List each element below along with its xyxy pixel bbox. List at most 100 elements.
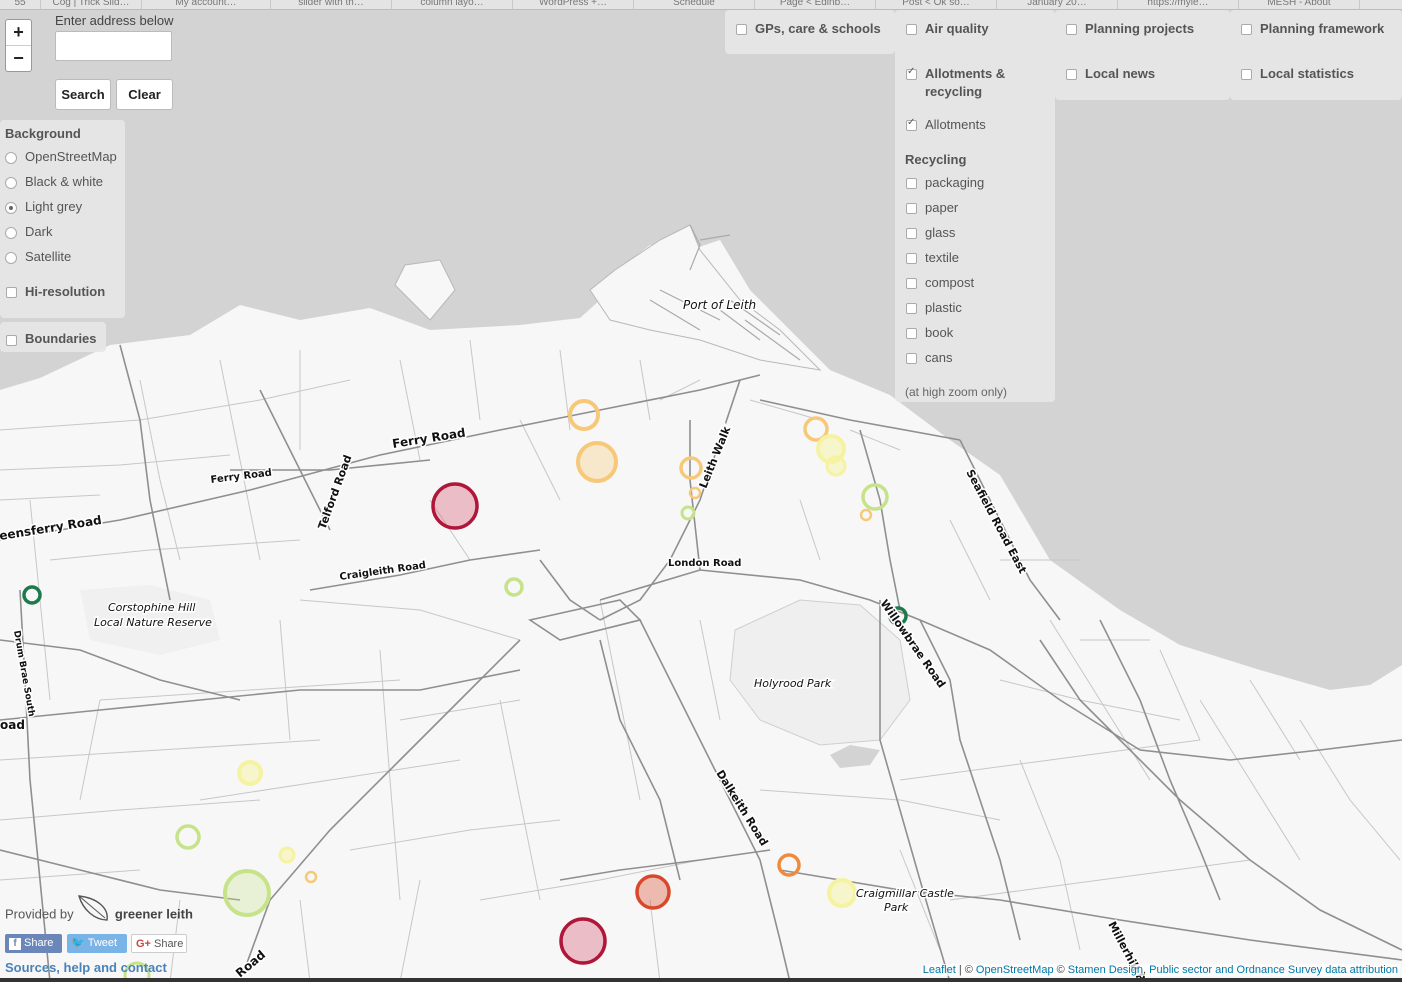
allotments-checkbox[interactable] — [906, 117, 917, 131]
label-port-of-leith: Port of Leith — [683, 298, 756, 312]
browser-tab[interactable]: Cog | Trick Slid… — [41, 0, 142, 9]
leaf-logo-icon[interactable] — [77, 894, 111, 924]
option-label: Dark — [25, 224, 53, 239]
air-quality-label: Air quality — [925, 21, 989, 36]
browser-tab[interactable]: MESH - About — [1239, 0, 1360, 9]
recycling-item-label: textile — [925, 250, 959, 265]
recycling-note: (at high zoom only) — [905, 385, 1008, 399]
air-quality-checkbox[interactable] — [906, 24, 917, 35]
option-label: Black & white — [25, 174, 104, 189]
recycling-title: Recycling — [905, 152, 967, 167]
browser-tab[interactable]: January 20… — [997, 0, 1118, 9]
browser-tab[interactable]: My account… — [142, 0, 271, 9]
option-label: Light grey — [25, 199, 83, 214]
browser-tab[interactable]: https://myle… — [1118, 0, 1239, 9]
glass-checkbox[interactable] — [906, 228, 917, 239]
gps-checkbox[interactable] — [736, 24, 747, 35]
google-share-label: Share — [153, 938, 184, 950]
search-button[interactable]: Search — [55, 79, 111, 110]
framework-panel: Planning framework Local statistics — [1230, 10, 1402, 100]
radio-black-white[interactable] — [5, 177, 17, 189]
browser-tab[interactable]: 55 — [0, 0, 41, 9]
recycling-item-label: book — [925, 325, 954, 340]
plastic-checkbox[interactable] — [906, 303, 917, 314]
allotments-label: Allotments — [925, 117, 986, 132]
textile-checkbox[interactable] — [906, 253, 917, 264]
osm-link[interactable]: OpenStreetMap — [976, 964, 1054, 976]
browser-tab[interactable]: Page < Edinb… — [755, 0, 876, 9]
planning-projects-checkbox[interactable] — [1066, 24, 1077, 35]
browser-tab[interactable]: Schedule — [634, 0, 755, 9]
boundaries-label: Boundaries — [25, 331, 97, 346]
local-statistics-checkbox[interactable] — [1241, 69, 1252, 80]
zoom-control: + − — [5, 19, 32, 72]
browser-tab[interactable]: column layo… — [392, 0, 513, 9]
background-panel: Background OpenStreetMap Black & white L… — [0, 120, 125, 318]
twitter-icon: 🐦 — [71, 937, 85, 949]
marker-yellow — [278, 846, 296, 864]
label-london-road: London Road — [668, 558, 741, 569]
allotments-recycling-checkbox[interactable] — [906, 66, 917, 80]
google-plus-icon: G+ — [136, 938, 151, 950]
clear-button[interactable]: Clear — [116, 79, 173, 110]
boundaries-panel: Boundaries — [0, 322, 106, 352]
cans-checkbox[interactable] — [906, 353, 917, 364]
radio-satellite[interactable] — [5, 252, 17, 264]
radio-dark[interactable] — [5, 227, 17, 239]
local-news-checkbox[interactable] — [1066, 69, 1077, 80]
attribution-separator: © — [1053, 964, 1068, 976]
planning-framework-checkbox[interactable] — [1241, 24, 1252, 35]
allotments-recycling-label-2: recycling — [925, 84, 983, 99]
compost-checkbox[interactable] — [906, 278, 917, 289]
recycling-item-label: packaging — [925, 175, 985, 190]
radio-openstreetmap[interactable] — [5, 152, 17, 164]
facebook-share-button[interactable]: f Share — [5, 934, 62, 953]
marker-dark-red — [431, 482, 479, 530]
sources-help-link[interactable]: Sources, help and contact — [5, 960, 167, 975]
boundaries-checkbox[interactable] — [6, 335, 17, 346]
air-allotments-panel: Air quality Allotments & recycling Allot… — [895, 10, 1055, 402]
address-search-input[interactable] — [55, 31, 172, 61]
tweet-label: Tweet — [87, 937, 118, 949]
map-attribution: Leaflet | © OpenStreetMap © Stamen Desig… — [920, 964, 1400, 976]
attribution-separator: | © — [955, 964, 976, 976]
tweet-button[interactable]: 🐦 Tweet — [67, 934, 127, 953]
option-label: Satellite — [25, 249, 72, 264]
public-sector-link[interactable]: Public sector and Ordnance Survey data a… — [1149, 964, 1398, 976]
label-local-nature-reserve: Local Nature Reserve — [94, 616, 212, 629]
marker-yellow — [237, 760, 263, 786]
label-craigmillar-castle: Craigmillar Castle — [856, 887, 954, 900]
background-title: Background — [5, 126, 81, 141]
greener-leith-brand[interactable]: greener leith — [115, 906, 193, 921]
bottom-strip — [0, 978, 1402, 982]
radio-light-grey[interactable] — [5, 202, 17, 214]
label-holyrood-park: Holyrood Park — [754, 677, 832, 690]
local-statistics-label: Local statistics — [1260, 66, 1354, 81]
search-label: Enter address below — [55, 13, 174, 28]
map[interactable]: Port of Leith Ferry Road Ferry Road Telf… — [0, 0, 1402, 982]
browser-tab[interactable]: Post < Ok so… — [876, 0, 997, 9]
recycling-item-label: cans — [925, 350, 953, 365]
label-park: Park — [884, 901, 909, 914]
hi-resolution-checkbox[interactable] — [6, 287, 17, 298]
stamen-link[interactable]: Stamen Design — [1068, 964, 1143, 976]
marker-yellow — [825, 455, 847, 477]
paper-checkbox[interactable] — [906, 203, 917, 214]
leaflet-link[interactable]: Leaflet — [923, 964, 956, 976]
marker-yellow — [827, 878, 857, 908]
zoom-out-button[interactable]: − — [6, 45, 31, 71]
packaging-checkbox[interactable] — [906, 178, 917, 189]
local-news-label: Local news — [1085, 66, 1156, 81]
allotments-recycling-label-1: Allotments & — [925, 66, 1006, 81]
marker-dark-red — [559, 917, 607, 965]
planning-framework-label: Planning framework — [1260, 21, 1385, 36]
book-checkbox[interactable] — [906, 328, 917, 339]
provided-by-label: Provided by — [5, 906, 74, 922]
marker-light-green — [223, 869, 271, 917]
google-share-button[interactable]: G+ Share — [131, 934, 187, 953]
gps-label: GPs, care & schools — [755, 21, 881, 36]
zoom-in-button[interactable]: + — [6, 20, 31, 45]
marker-light-orange — [576, 441, 618, 483]
browser-tab[interactable]: slider with th… — [271, 0, 392, 9]
browser-tab[interactable]: WordPress +… — [513, 0, 634, 9]
